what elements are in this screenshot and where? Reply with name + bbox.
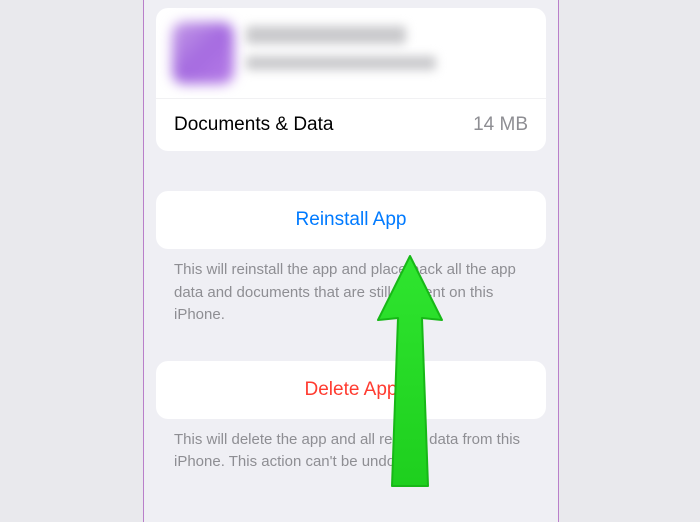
app-vendor-redacted [246,56,436,70]
iphone-storage-detail-screen: Documents & Data 14 MB Reinstall App Thi… [143,0,559,522]
reinstall-app-button[interactable]: Reinstall App [156,191,546,249]
delete-label: Delete App [305,379,398,400]
delete-app-button[interactable]: Delete App [156,361,546,419]
reinstall-caption: This will reinstall the app and place ba… [144,249,558,327]
documents-data-label: Documents & Data [174,114,333,136]
app-summary-card: Documents & Data 14 MB [156,8,546,151]
app-info-text [246,22,530,70]
app-name-redacted [246,26,406,44]
delete-caption: This will delete the app and all related… [144,419,558,474]
app-header-row [156,8,546,98]
reinstall-label: Reinstall App [296,209,407,230]
documents-data-size: 14 MB [473,114,528,136]
app-icon [172,22,234,84]
documents-data-row[interactable]: Documents & Data 14 MB [156,98,546,151]
